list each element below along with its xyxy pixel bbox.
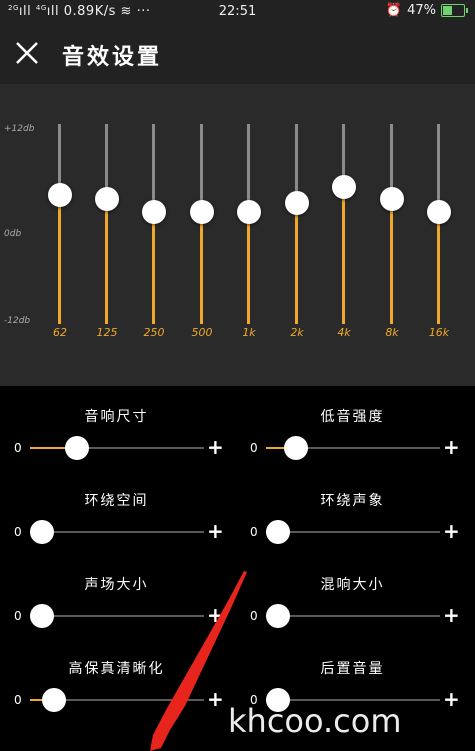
db-label-min: -12db bbox=[4, 316, 31, 326]
slider-knob[interactable] bbox=[283, 436, 308, 460]
db-label-zero: 0db bbox=[4, 229, 22, 239]
eq-slider-knob[interactable] bbox=[332, 174, 356, 199]
eq-slider-knob[interactable] bbox=[237, 199, 261, 224]
plus-icon[interactable]: + bbox=[207, 604, 224, 626]
title-bar: 音效设置 bbox=[0, 24, 475, 84]
eq-fill bbox=[105, 199, 108, 324]
battery-percent: 47% bbox=[407, 3, 436, 18]
effect-label: 音响尺寸 bbox=[84, 409, 149, 425]
min-label: 0 bbox=[250, 609, 258, 623]
eq-band-125[interactable]: 125 bbox=[95, 124, 119, 339]
slider-knob[interactable] bbox=[266, 604, 290, 628]
min-label: 0 bbox=[14, 693, 22, 707]
effect-label: 环绕空间 bbox=[84, 493, 149, 509]
plus-icon[interactable]: + bbox=[207, 688, 224, 710]
min-label: 0 bbox=[14, 525, 22, 539]
effect-surround-image: 环绕声象 0 + bbox=[240, 470, 465, 550]
close-button[interactable] bbox=[12, 38, 42, 68]
eq-band-2k[interactable]: 2k bbox=[285, 124, 309, 339]
eq-fill bbox=[437, 211, 440, 324]
eq-band-8k[interactable]: 8k bbox=[380, 124, 404, 339]
eq-freq-label: 8k bbox=[385, 326, 399, 339]
min-label: 0 bbox=[250, 441, 258, 455]
slider-knob[interactable] bbox=[42, 688, 67, 712]
eq-freq-label: 125 bbox=[96, 326, 118, 339]
eq-fill bbox=[295, 203, 298, 324]
effect-speaker-size: 音响尺寸 0 + bbox=[4, 386, 229, 466]
eq-slider-knob[interactable] bbox=[427, 199, 451, 224]
eq-fill bbox=[342, 186, 345, 324]
slider-track[interactable] bbox=[266, 531, 440, 533]
eq-slider-knob[interactable] bbox=[380, 187, 404, 211]
slider-knob[interactable] bbox=[30, 604, 54, 628]
effect-soundstage-size: 声场大小 0 + bbox=[4, 554, 229, 634]
effect-label: 环绕声象 bbox=[320, 493, 385, 509]
effect-bass-strength: 低音强度 0 + bbox=[240, 386, 465, 466]
eq-band-4k[interactable]: 4k bbox=[332, 124, 356, 339]
eq-freq-label: 250 bbox=[143, 326, 165, 339]
status-right: ⏰ 47% bbox=[385, 3, 468, 18]
page-title: 音效设置 bbox=[62, 45, 163, 70]
eq-slider-knob[interactable] bbox=[142, 199, 166, 224]
min-label: 0 bbox=[14, 441, 22, 455]
plus-icon[interactable]: + bbox=[207, 520, 224, 542]
slider-knob[interactable] bbox=[266, 520, 290, 544]
effect-label: 混响大小 bbox=[320, 577, 385, 593]
plus-icon[interactable]: + bbox=[443, 436, 460, 458]
effect-label: 后置音量 bbox=[320, 661, 385, 677]
eq-freq-label: 1k bbox=[242, 326, 256, 339]
close-icon bbox=[16, 42, 38, 64]
slider-track[interactable] bbox=[30, 531, 204, 533]
eq-fill bbox=[58, 194, 61, 324]
eq-freq-label: 500 bbox=[191, 326, 213, 339]
effect-label: 低音强度 bbox=[320, 409, 385, 425]
effect-reverb-size: 混响大小 0 + bbox=[240, 554, 465, 634]
eq-freq-label: 2k bbox=[290, 326, 304, 339]
effect-label: 高保真清晰化 bbox=[68, 661, 165, 677]
slider-knob[interactable] bbox=[64, 436, 89, 460]
effects-panel: 音响尺寸 0 + 低音强度 0 + 环绕空间 0 + 环绕声象 0 + 声场大小 0 + 混响大小 0 + 高保真清… bbox=[0, 386, 475, 751]
plus-icon[interactable]: + bbox=[207, 436, 224, 458]
alarm-icon: ⏰ bbox=[385, 3, 403, 18]
eq-freq-label: 4k bbox=[337, 326, 351, 339]
slider-track[interactable] bbox=[266, 615, 440, 617]
min-label: 0 bbox=[14, 609, 22, 623]
effect-surround-space: 环绕空间 0 + bbox=[4, 470, 229, 550]
status-bar: 2Gıll 4Gıll 0.89K/s ≋ ··· 22:51 ⏰ 47% bbox=[0, 0, 475, 24]
eq-freq-label: 62 bbox=[53, 326, 67, 339]
eq-freq-label: 16k bbox=[428, 326, 450, 339]
eq-fill bbox=[390, 199, 393, 324]
slider-knob[interactable] bbox=[30, 520, 54, 544]
watermark: khcoo.com bbox=[228, 702, 402, 740]
eq-band-500[interactable]: 500 bbox=[190, 124, 214, 339]
eq-band-250[interactable]: 250 bbox=[142, 124, 166, 339]
db-label-max: +12db bbox=[4, 124, 35, 134]
eq-slider-knob[interactable] bbox=[48, 182, 72, 207]
eq-band-62[interactable]: 62 bbox=[48, 124, 72, 339]
slider-track[interactable] bbox=[266, 699, 440, 701]
plus-icon[interactable]: + bbox=[443, 520, 460, 542]
equalizer-panel: +12db 0db -12db 62 125 250 500 1k 2k 4k 8k 16k bbox=[0, 84, 475, 386]
battery-icon bbox=[441, 4, 468, 17]
min-label: 0 bbox=[250, 525, 258, 539]
eq-slider-knob[interactable] bbox=[285, 191, 309, 216]
slider-track[interactable] bbox=[30, 615, 204, 617]
eq-fill bbox=[200, 211, 203, 324]
plus-icon[interactable]: + bbox=[443, 688, 460, 710]
effect-hifi-clarity: 高保真清晰化 0 + bbox=[4, 638, 229, 718]
battery-fill bbox=[443, 6, 452, 15]
effect-label: 声场大小 bbox=[84, 577, 149, 593]
eq-slider-knob[interactable] bbox=[190, 199, 214, 224]
eq-fill bbox=[247, 211, 250, 324]
plus-icon[interactable]: + bbox=[443, 604, 460, 626]
eq-band-16k[interactable]: 16k bbox=[427, 124, 451, 339]
eq-fill bbox=[152, 211, 155, 324]
eq-slider-knob[interactable] bbox=[95, 187, 119, 211]
eq-band-1k[interactable]: 1k bbox=[237, 124, 261, 339]
